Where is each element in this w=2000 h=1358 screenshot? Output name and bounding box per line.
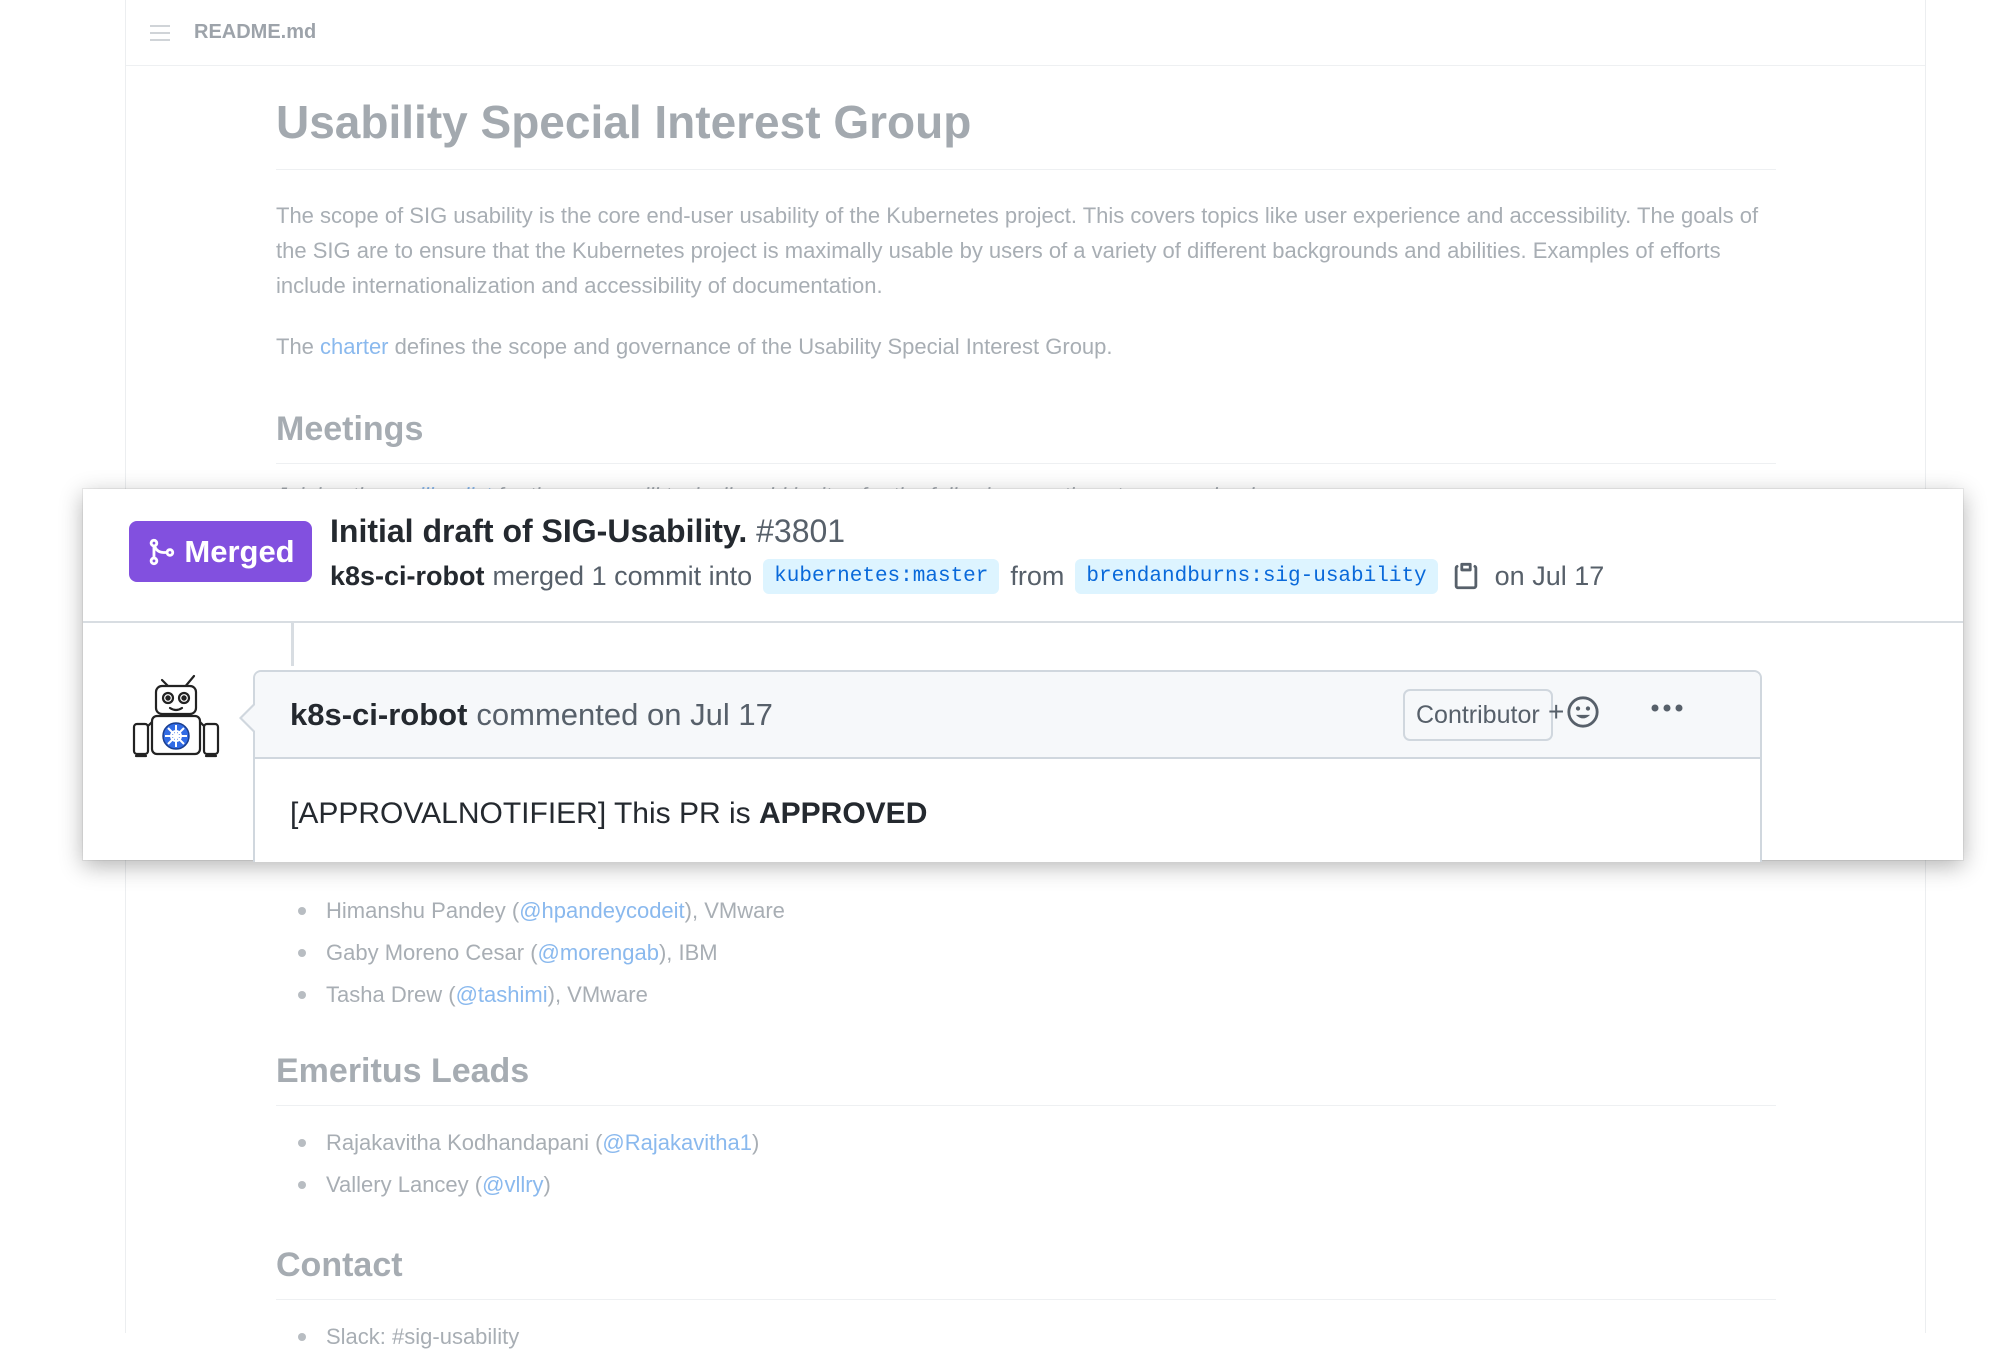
copy-icon[interactable] (1451, 560, 1481, 592)
user-link[interactable]: @vllry (482, 1172, 543, 1198)
user-link[interactable]: @morengab (538, 940, 659, 966)
base-branch[interactable]: kubernetes:master (763, 558, 1000, 594)
reaction-plus: + (1548, 696, 1565, 727)
contact-list: Slack: #sig-usability (276, 1316, 1776, 1358)
list-item: Slack: #sig-usability (276, 1316, 1776, 1358)
kebab-horizontal-icon[interactable] (1650, 702, 1684, 714)
git-merge-icon (150, 538, 175, 565)
comment-body: [APPROVALNOTIFIER] This PR is APPROVED (255, 759, 1760, 831)
user-link[interactable]: @Rajakavitha1 (602, 1130, 752, 1156)
readme-intro: The scope of SIG usability is the core e… (276, 203, 1759, 298)
pr-number: #3801 (756, 513, 846, 549)
add-reaction-button[interactable]: + (1548, 695, 1600, 729)
comment-author-link[interactable]: k8s-ci-robot (290, 697, 467, 733)
list-item: Rajakavitha Kodhandapani (@Rajakavitha1) (276, 1122, 1776, 1164)
readme-title: Usability Special Interest Group (276, 95, 1776, 170)
meetings-heading: Meetings (276, 410, 1776, 464)
user-link[interactable]: @hpandeycodeit (519, 898, 684, 924)
from-label: from (1010, 560, 1065, 591)
list-item: Tasha Drew (@tashimi), VMware (276, 974, 1776, 1016)
readme-header: README.md (126, 0, 1925, 66)
timeline-line (291, 623, 294, 666)
avatar[interactable] (126, 666, 222, 762)
pr-author-link[interactable]: k8s-ci-robot (330, 561, 485, 592)
user-link[interactable]: @tashimi (456, 982, 548, 1008)
merged-status-badge: Merged (129, 521, 312, 582)
readme-content: Usability Special Interest Group The sco… (276, 65, 1776, 513)
merged-label: Merged (184, 533, 295, 569)
emeritus-heading: Emeritus Leads (276, 1052, 1776, 1106)
pull-request-card: Merged Initial draft of SIG-Usability. #… (83, 489, 1963, 862)
comment-header: k8s-ci-robot commented on Jul 17 Contrib… (255, 672, 1760, 759)
approved-text: APPROVED (758, 797, 928, 830)
list-item: Vallery Lancey (@vllry) (276, 1164, 1776, 1206)
comment-body-text: [APPROVALNOTIFIER] This PR is (290, 797, 759, 830)
pr-title[interactable]: Initial draft of SIG-Usability. (330, 513, 747, 549)
charter-paragraph: The charter defines the scope and govern… (276, 334, 1113, 359)
charter-link[interactable]: charter (320, 334, 388, 359)
pr-date: on Jul 17 (1494, 560, 1605, 591)
table-of-contents-icon[interactable] (150, 24, 170, 41)
comment-box: k8s-ci-robot commented on Jul 17 Contrib… (239, 670, 1762, 862)
head-branch[interactable]: brendandburns:sig-usability (1075, 558, 1438, 594)
pr-header: Merged Initial draft of SIG-Usability. #… (83, 489, 1963, 623)
pr-meta: k8s-ci-robot merged 1 commit into kubern… (330, 555, 1604, 597)
smiley-icon (1567, 696, 1599, 728)
list-item: Himanshu Pandey (@hpandeycodeit), VMware (276, 890, 1776, 932)
readme-filename: README.md (194, 21, 317, 43)
pr-action-text: merged 1 commit into (492, 560, 753, 591)
contact-heading: Contact (276, 1246, 1776, 1300)
contributor-badge: Contributor (1403, 689, 1553, 741)
leads-list: Himanshu Pandey (@hpandeycodeit), VMware… (276, 890, 1776, 1016)
pr-title-row: Initial draft of SIG-Usability. #3801 (330, 513, 845, 550)
emeritus-list: Rajakavitha Kodhandapani (@Rajakavitha1)… (276, 1122, 1776, 1206)
comment-timestamp[interactable]: commented on Jul 17 (476, 697, 772, 733)
list-item: Gaby Moreno Cesar (@morengab), IBM (276, 932, 1776, 974)
